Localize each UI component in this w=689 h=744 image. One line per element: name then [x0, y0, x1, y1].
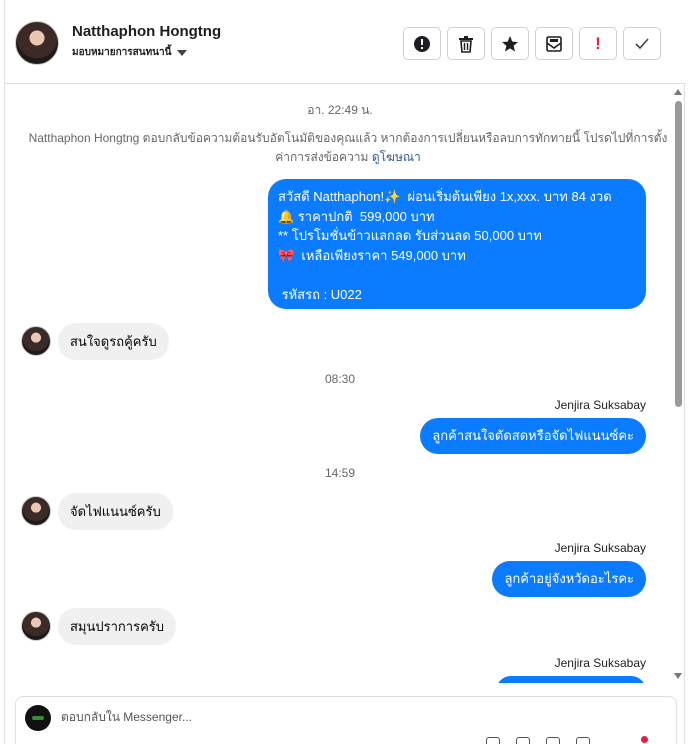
mark-unread-button[interactable] — [535, 27, 573, 60]
thread-scrollbar[interactable] — [672, 85, 684, 683]
page-avatar — [25, 705, 51, 731]
contact-avatar[interactable] — [21, 326, 51, 356]
star-button[interactable] — [491, 27, 529, 60]
delete-button[interactable] — [447, 27, 485, 60]
timestamp: 08:30 — [324, 372, 356, 386]
view-ad-link[interactable]: ดูโฆษณา — [372, 150, 421, 164]
conversation-toolbar: ! — [403, 27, 661, 60]
check-icon — [635, 37, 649, 49]
system-note: Natthaphon Hongtng ตอบกลับข้อความต้อนรับ… — [23, 129, 673, 167]
spam-button[interactable]: ! — [579, 27, 617, 60]
sender-name: Jenjira Suksabay — [554, 398, 646, 412]
mark-done-button[interactable] — [623, 27, 661, 60]
outgoing-message-bubble[interactable]: ลูกค้าอยู่จังหวัดอะไรคะ — [492, 561, 646, 597]
incoming-message-bubble[interactable]: สนใจดูรถคู้ครับ — [58, 323, 169, 360]
composer-tools — [486, 737, 590, 744]
notification-dot — [641, 736, 648, 743]
spam-icon: ! — [595, 33, 601, 53]
sticker-icon[interactable] — [576, 737, 590, 744]
incoming-message-bubble[interactable]: สมุนปราการครับ — [58, 608, 177, 645]
contact-avatar[interactable] — [21, 496, 51, 526]
assign-conversation-dropdown[interactable]: มอบหมายการสนทนานี้ — [72, 45, 188, 60]
chevron-down-icon — [177, 49, 188, 56]
timestamp: 14:59 — [324, 466, 356, 480]
promo-message-bubble[interactable]: สวัสดี Natthaphon!✨ ผ่อนเริ่มต้นเพียง 1x… — [268, 179, 646, 309]
sender-name: Jenjira Suksabay — [554, 541, 646, 555]
contact-name[interactable]: Natthaphon Hongtng — [72, 23, 221, 40]
incoming-message-bubble[interactable]: จัดไฟแนนซ์ครับ — [58, 493, 173, 530]
scroll-up-arrow-icon[interactable] — [674, 89, 682, 95]
promo-line: รหัสรถ : U022 — [278, 286, 362, 302]
alert-circle-icon — [414, 35, 430, 52]
promo-line — [278, 265, 636, 285]
promo-line: 🎀 เหลือเพียงราคา 549,000 บาท — [278, 247, 466, 263]
emoji-icon[interactable] — [516, 737, 530, 744]
promo-line: ** โปรโมชั่นข้าวแลกลด รับส่วนลด 50,000 บ… — [278, 228, 542, 243]
outgoing-message-bubble[interactable] — [496, 676, 646, 683]
scrollbar-thumb[interactable] — [675, 101, 682, 407]
gif-icon[interactable] — [546, 737, 560, 744]
conversation-panel: Natthaphon Hongtng มอบหมายการสนทนานี้ ! — [4, 0, 686, 744]
scroll-down-arrow-icon[interactable] — [674, 673, 682, 679]
outgoing-message-bubble[interactable]: ลูกค้าสนใจตัดสดหรือจัดไฟแนนซ์คะ — [420, 418, 646, 454]
promo-line: 🔔 ราคาปกติ 599,000 บาท — [278, 208, 435, 224]
message-thread[interactable]: อา. 22:49 น. Natthaphon Hongtng ตอบกลับข… — [5, 85, 686, 683]
star-icon — [502, 35, 518, 51]
mark-unread-icon — [546, 35, 562, 52]
reply-composer — [15, 696, 677, 744]
promo-line: สวัสดี Natthaphon!✨ ผ่อนเริ่มต้นเพียง 1x… — [278, 189, 612, 204]
reply-input[interactable] — [61, 710, 621, 724]
attachment-icon[interactable] — [486, 737, 500, 744]
alert-button[interactable] — [403, 27, 441, 60]
contact-avatar[interactable] — [21, 611, 51, 641]
contact-avatar[interactable] — [15, 21, 59, 65]
assign-label: มอบหมายการสนทนานี้ — [72, 47, 172, 58]
trash-icon — [459, 35, 473, 53]
sender-name: Jenjira Suksabay — [554, 656, 646, 670]
system-note-text: Natthaphon Hongtng ตอบกลับข้อความต้อนรับ… — [28, 131, 668, 164]
timestamp: อา. 22:49 น. — [307, 103, 373, 117]
conversation-header: Natthaphon Hongtng มอบหมายการสนทนานี้ ! — [5, 0, 686, 84]
